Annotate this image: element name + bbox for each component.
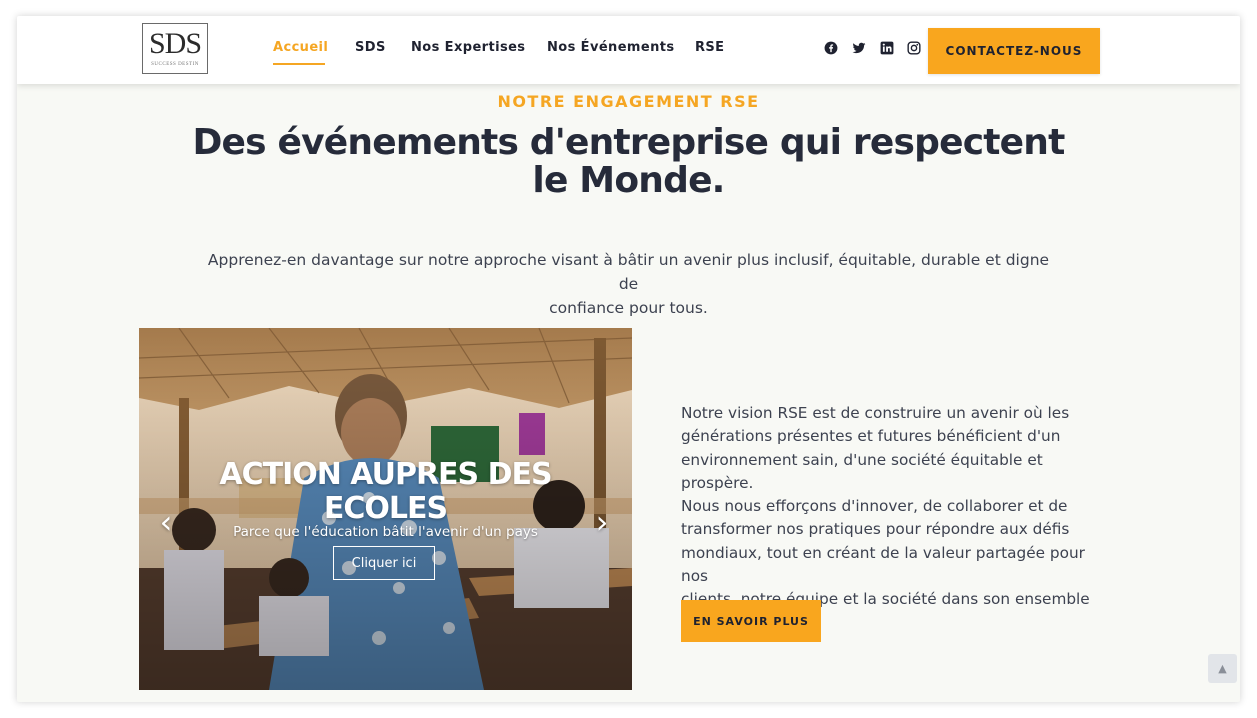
vision-line: Notre vision RSE est de construire un av… [681,404,1070,422]
nav-item-rse[interactable]: RSE [695,40,724,55]
chevron-right-icon[interactable]: › [591,506,613,538]
vision-line: environnement sain, d'une société équita… [681,450,1043,492]
page-title-line-2: le Monde. [532,160,725,201]
nav-item-accueil[interactable]: Accueil [273,40,328,55]
slide-title: ACTION AUPRES DES ECOLES [139,458,632,526]
nav-active-underline [273,63,325,65]
page-title: Des événements d'entreprise qui respecte… [167,124,1090,200]
slide-title-line-2: ECOLES [323,491,448,526]
contact-button[interactable]: CONTACTEZ-NOUS [928,28,1100,74]
slide-title-line-1: ACTION AUPRES DES [219,457,552,492]
section-eyebrow: NOTRE ENGAGEMENT RSE [497,92,760,111]
image-slider[interactable]: ACTION AUPRES DES ECOLES Parce que l'édu… [139,328,632,690]
vision-line: transformer nos pratiques pour répondre … [681,520,1070,539]
vision-line: générations présentes et futures bénéfic… [681,427,1061,446]
page-frame: SDS SUCCESS DESTIN Accueil SDS Nos Exper… [17,16,1240,702]
chevron-up-icon[interactable]: ▲ [1208,654,1237,683]
vision-paragraph: Notre vision RSE est de construire un av… [681,402,1111,612]
lead-paragraph: Apprenez-en davantage sur notre approche… [207,248,1050,320]
nav-item-sds[interactable]: SDS [355,40,386,55]
logo-subtext: SUCCESS DESTIN [151,62,199,67]
learn-more-button[interactable]: EN SAVOIR PLUS [681,600,821,642]
vision-line: mondiaux, tout en créant de la valeur pa… [681,543,1085,586]
logo-text: SDS [148,27,202,60]
slide-subtitle: Parce que l'éducation bâtit l'avenir d'u… [233,524,538,540]
facebook-icon[interactable] [824,41,838,55]
chevron-left-icon[interactable]: ‹ [155,506,177,538]
instagram-icon[interactable] [907,41,921,55]
slide-cta-button[interactable]: Cliquer ici [333,546,435,580]
logo[interactable]: SDS SUCCESS DESTIN [142,23,208,74]
lead-line-1: Apprenez-en davantage sur notre approche… [207,251,1050,293]
vision-line: Nous nous efforçons d'innover, de collab… [681,497,1068,516]
linkedin-icon[interactable] [880,41,894,55]
twitter-icon[interactable] [852,41,866,55]
nav-item-expertises[interactable]: Nos Expertises [411,40,525,55]
page-title-line-1: Des événements d'entreprise qui respecte… [192,122,1065,163]
lead-line-2: confiance pour tous. [549,299,708,317]
navbar: SDS SUCCESS DESTIN Accueil SDS Nos Exper… [17,16,1240,84]
nav-item-evenements[interactable]: Nos Événements [547,40,675,55]
